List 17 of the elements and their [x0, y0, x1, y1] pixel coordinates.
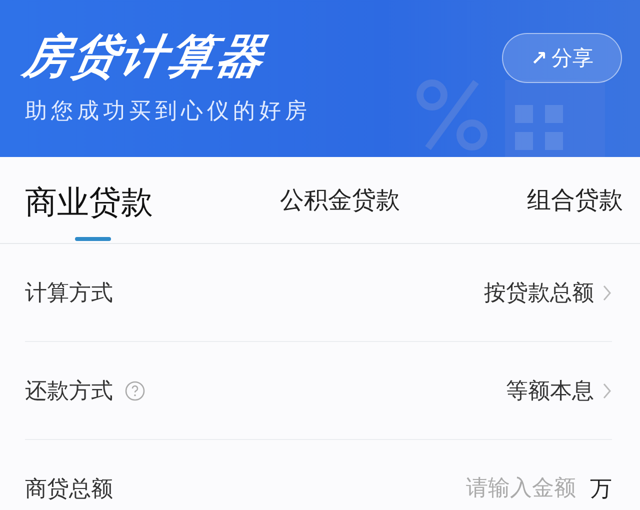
- chevron-icon: [602, 284, 612, 302]
- row-label: 商贷总额: [25, 476, 113, 504]
- loan-tab[interactable]: 组合贷款: [527, 186, 623, 243]
- app-subtitle: 助您成功买到心仪的好房: [25, 98, 311, 126]
- selected-value[interactable]: 按贷款总额: [484, 278, 594, 308]
- row-label: 还款方式: [25, 378, 113, 406]
- chevron-icon: [602, 382, 612, 400]
- selected-value[interactable]: 等额本息: [506, 376, 594, 406]
- amount-field[interactable]: 请输入金额: [426, 476, 576, 501]
- row-label: 计算方式: [25, 280, 113, 308]
- loan-tab[interactable]: 商业贷款: [25, 182, 153, 243]
- help-icon[interactable]: [125, 380, 145, 400]
- share-icon: ↗: [530, 46, 548, 70]
- unit-label: 万: [590, 476, 612, 504]
- share-button[interactable]: ↗ 分享: [502, 33, 622, 83]
- loan-tab[interactable]: 公积金贷款: [280, 186, 400, 243]
- app-title: 房贷计算器: [20, 28, 271, 84]
